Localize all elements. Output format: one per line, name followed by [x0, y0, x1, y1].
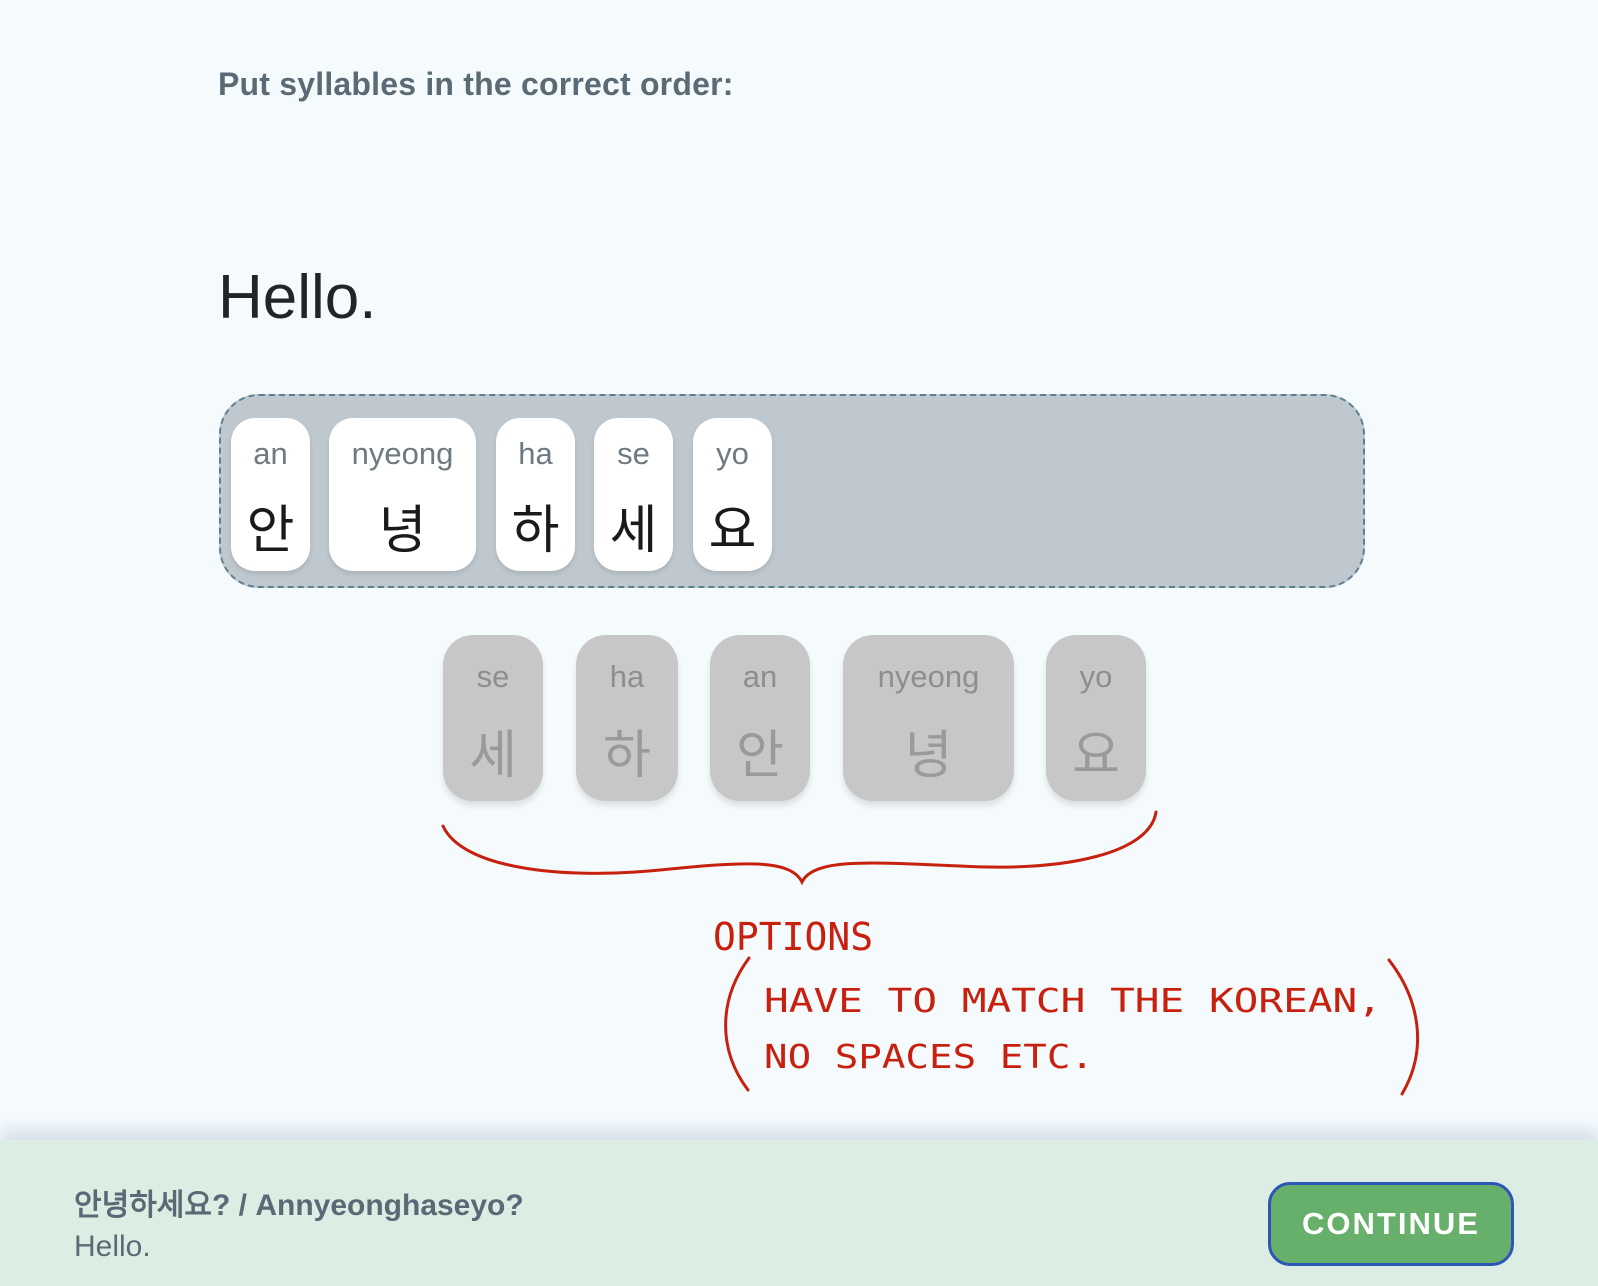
- tile-romanization: nyeong: [351, 436, 454, 471]
- left-parenthesis: [724, 956, 751, 1092]
- curly-brace: [441, 810, 1158, 886]
- annotation-label: OPTIONS: [713, 915, 873, 959]
- tile-romanization: yo: [1079, 659, 1113, 694]
- option-tile-nyeong[interactable]: nyeong 녕: [843, 635, 1014, 801]
- answer-tile-ha[interactable]: ha 하: [496, 418, 575, 571]
- right-parenthesis: [1387, 958, 1420, 1096]
- tile-hangul: 녕: [904, 726, 953, 786]
- feedback-footer: 안녕하세요? / Annyeonghaseyo? Hello. CONTINUE: [0, 1140, 1598, 1286]
- annotation-line-1: HAVE TO MATCH THE KOREAN,: [764, 981, 1382, 1020]
- tile-romanization: yo: [716, 436, 749, 471]
- prompt-sentence: Hello.: [218, 263, 377, 332]
- translation-text: Hello.: [74, 1230, 151, 1263]
- tile-hangul: 안: [736, 726, 784, 786]
- continue-button[interactable]: CONTINUE: [1268, 1182, 1514, 1266]
- tile-romanization: se: [617, 436, 650, 471]
- tile-romanization: nyeong: [877, 659, 980, 694]
- option-tile-yo[interactable]: yo 요: [1046, 635, 1146, 801]
- tile-romanization: an: [253, 436, 288, 471]
- option-tile-se[interactable]: se 세: [443, 635, 543, 801]
- tile-romanization: an: [742, 659, 778, 694]
- tile-romanization: ha: [609, 659, 645, 694]
- answer-tile-se[interactable]: se 세: [594, 418, 673, 571]
- annotation-line-2: NO SPACES ETC.: [764, 1037, 1094, 1076]
- option-tile-ha[interactable]: ha 하: [576, 635, 678, 801]
- tile-hangul: 요: [1072, 726, 1120, 786]
- tile-hangul: 안: [246, 501, 295, 561]
- answer-tile-yo[interactable]: yo 요: [693, 418, 772, 571]
- tile-romanization: se: [476, 659, 510, 694]
- answer-tile-nyeong[interactable]: nyeong 녕: [329, 418, 476, 571]
- tile-hangul: 하: [603, 726, 651, 786]
- tile-hangul: 하: [511, 501, 560, 561]
- answer-tile-an[interactable]: an 안: [231, 418, 310, 571]
- correct-answer-text: 안녕하세요? / Annyeonghaseyo?: [74, 1189, 524, 1222]
- option-tile-an[interactable]: an 안: [710, 635, 810, 801]
- tile-hangul: 세: [609, 501, 658, 561]
- tile-romanization: ha: [518, 436, 553, 471]
- tile-hangul: 녕: [378, 501, 427, 561]
- tile-hangul: 요: [708, 501, 757, 561]
- instruction-text: Put syllables in the correct order:: [218, 66, 734, 102]
- tile-hangul: 세: [469, 726, 517, 786]
